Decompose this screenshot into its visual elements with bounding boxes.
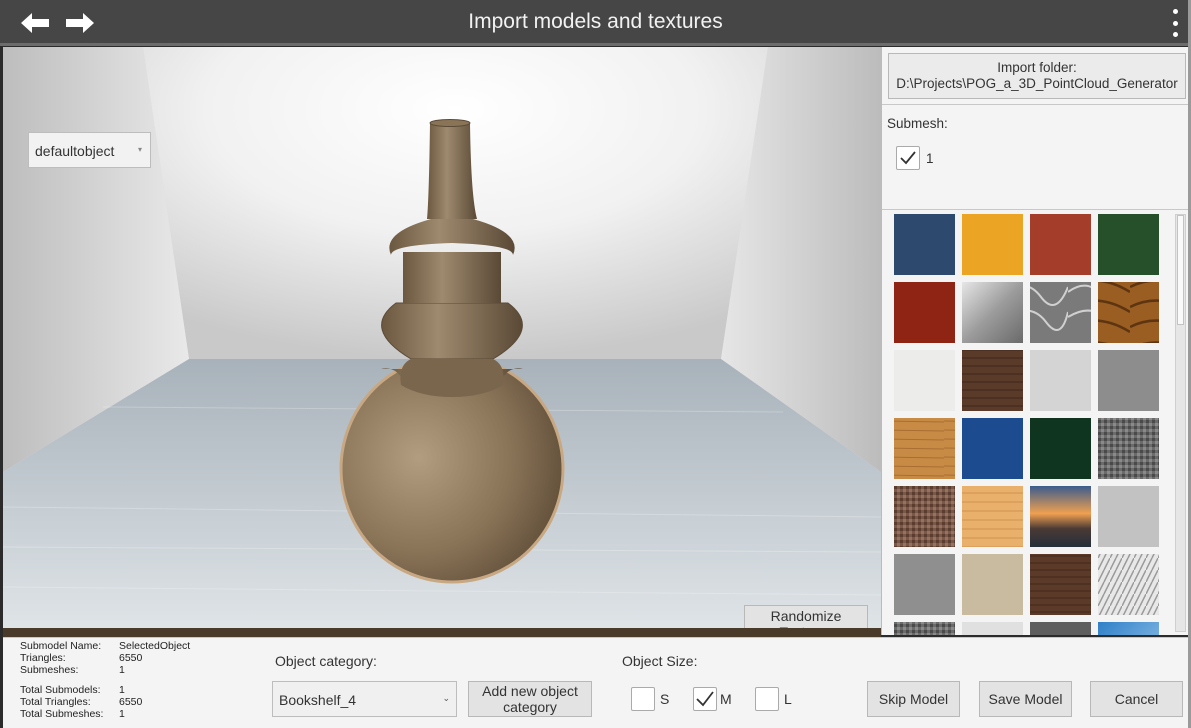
save-model-label: Save Model	[988, 691, 1063, 707]
randomize-textures-label: Randomize Textures	[770, 607, 842, 630]
triangles-label: Triangles:	[20, 652, 66, 664]
bottom-panel: Submodel Name: SelectedObject Triangles:…	[3, 637, 1191, 728]
texture-swatches	[894, 214, 1159, 635]
total-submeshes-value: 1	[119, 708, 125, 720]
submesh-label: Submesh:	[887, 116, 948, 131]
chevron-down-icon: ▾	[137, 145, 142, 154]
submeshes-value: 1	[119, 664, 125, 676]
import-folder-button[interactable]: Import folder: D:\Projects\POG_a_3D_Poin…	[888, 53, 1186, 99]
total-submodels-label: Total Submodels:	[20, 684, 101, 696]
checkmark-icon	[696, 691, 714, 707]
object-dropdown[interactable]: defaultobject ▾	[28, 132, 151, 168]
import-folder-path: D:\Projects\POG_a_3D_PointCloud_Generato…	[896, 76, 1178, 91]
divider	[882, 104, 1191, 105]
total-submeshes-label: Total Submeshes:	[20, 708, 104, 720]
skip-model-button[interactable]: Skip Model	[867, 681, 960, 717]
object-dropdown-value: defaultobject	[35, 143, 115, 159]
submesh-checkbox-1[interactable]	[896, 146, 920, 170]
import-folder-label: Import folder:	[997, 60, 1077, 75]
total-submodels-value: 1	[119, 684, 125, 696]
scrollbar-thumb[interactable]	[1177, 215, 1184, 325]
total-triangles-value: 6550	[119, 696, 143, 708]
cancel-button[interactable]: Cancel	[1090, 681, 1183, 717]
checkmark-icon	[900, 151, 916, 165]
texture-grid	[882, 210, 1176, 635]
model-viewport[interactable]: defaultobject ▾ Randomize Textures	[3, 47, 881, 629]
size-s-label: S	[660, 691, 670, 707]
total-triangles-label: Total Triangles:	[20, 696, 91, 708]
submesh-checkbox-label: 1	[926, 151, 934, 166]
triangles-value: 6550	[119, 652, 143, 664]
size-l-checkbox[interactable]	[755, 687, 779, 711]
submodel-name-label: Submodel Name:	[20, 640, 102, 652]
skip-model-label: Skip Model	[878, 691, 949, 707]
size-l-label: L	[784, 691, 792, 707]
add-category-button[interactable]: Add new object category	[468, 681, 592, 717]
viewport-floor-edge	[3, 628, 881, 637]
object-category-select[interactable]: Bookshelf_4 ⌄	[272, 681, 457, 717]
size-m-checkbox[interactable]	[693, 687, 717, 711]
randomize-textures-button[interactable]: Randomize Textures	[744, 605, 868, 629]
texture-scrollbar[interactable]	[1175, 214, 1186, 632]
texture-panel: Import folder: D:\Projects\POG_a_3D_Poin…	[881, 47, 1191, 635]
object-size-label: Object Size:	[622, 653, 698, 669]
title-divider	[0, 43, 1191, 46]
title-bar: Import models and textures	[0, 0, 1191, 46]
object-category-label: Object category:	[275, 653, 377, 669]
chevron-down-icon: ⌄	[442, 693, 450, 703]
size-s-checkbox[interactable]	[631, 687, 655, 711]
submeshes-label: Submeshes:	[20, 664, 79, 676]
save-model-button[interactable]: Save Model	[979, 681, 1072, 717]
object-category-value: Bookshelf_4	[279, 692, 357, 708]
submodel-name-value: SelectedObject	[119, 640, 191, 652]
size-m-label: M	[720, 691, 732, 707]
cancel-label: Cancel	[1114, 691, 1159, 707]
kebab-menu-icon[interactable]	[1169, 7, 1181, 39]
page-title: Import models and textures	[468, 10, 723, 33]
add-category-label: Add new object category	[482, 683, 578, 715]
